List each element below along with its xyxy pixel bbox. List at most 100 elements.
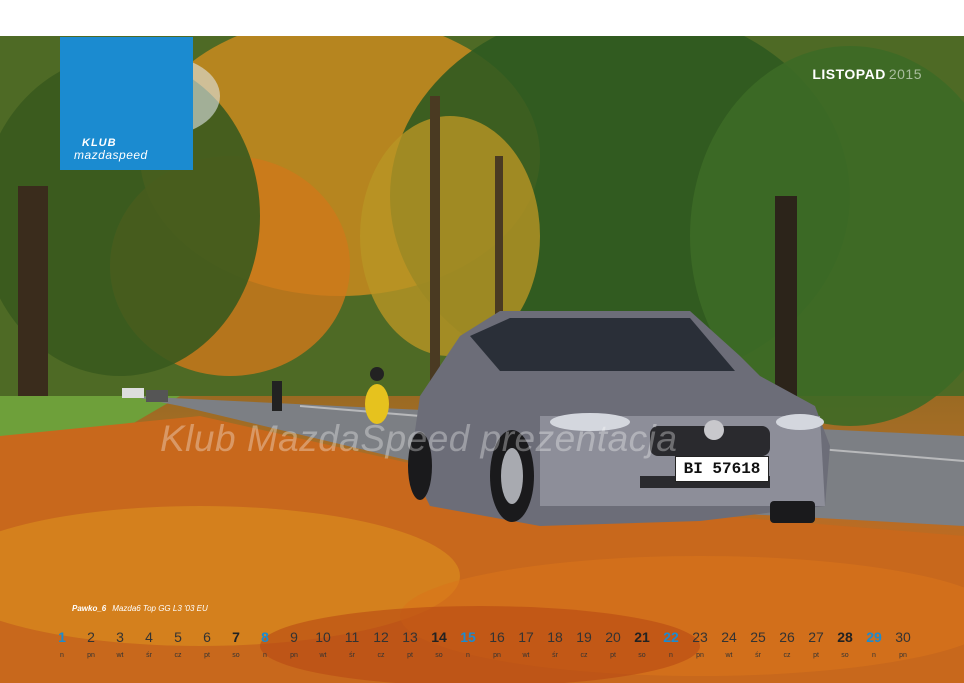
- day-number: 26: [779, 629, 795, 645]
- day-number: 5: [174, 629, 182, 645]
- weekday-label: so: [232, 652, 240, 659]
- calendar-day: 25 śr: [744, 629, 772, 659]
- weekday-label: wt: [522, 652, 530, 659]
- weekday-label: n: [466, 652, 470, 659]
- weekday-label: wt: [116, 652, 124, 659]
- calendar-day: 11 śr: [338, 629, 366, 659]
- day-number: 7: [232, 629, 240, 645]
- weekday-label: n: [263, 652, 267, 659]
- day-number: 13: [402, 629, 418, 645]
- weekday-label: pn: [899, 652, 907, 659]
- calendar-day: 5 cz: [164, 629, 192, 659]
- day-number: 24: [721, 629, 737, 645]
- calendar-day: 17 wt: [512, 629, 540, 659]
- calendar-day: 1n: [48, 629, 76, 659]
- calendar-day: 12 cz: [367, 629, 395, 659]
- weekday-label: śr: [552, 652, 558, 659]
- calendar-day: 2 pn: [77, 629, 105, 659]
- calendar-day: 15 n: [454, 629, 482, 659]
- license-plate: BI 57618: [675, 456, 769, 482]
- calendar-day: 26 cz: [773, 629, 801, 659]
- day-number: 19: [576, 629, 592, 645]
- day-number: 11: [344, 629, 360, 645]
- caption-car: Mazda6 Top GG L3 '03 EU: [112, 604, 208, 613]
- weekday-label: cz: [174, 652, 182, 659]
- day-number: 16: [489, 629, 505, 645]
- day-number: 8: [261, 629, 269, 645]
- day-number: 10: [315, 629, 331, 645]
- day-number: 25: [750, 629, 766, 645]
- weekday-label: pt: [610, 652, 616, 659]
- calendar-day: 20 pt: [599, 629, 627, 659]
- day-number: 14: [431, 629, 447, 645]
- calendar-day: 4 śr: [135, 629, 163, 659]
- month-year: 2015: [888, 66, 922, 82]
- weekday-label: pn: [493, 652, 501, 659]
- weekday-label: wt: [319, 652, 327, 659]
- weekday-label: n: [872, 652, 876, 659]
- day-number: 22: [663, 629, 679, 645]
- calendar-day: 29 n: [860, 629, 888, 659]
- calendar-day: 6 pt: [193, 629, 221, 659]
- weekday-label: śr: [349, 652, 355, 659]
- weekday-label: pt: [813, 652, 819, 659]
- photo-caption: Pawko_6 Mazda6 Top GG L3 '03 EU: [72, 604, 208, 613]
- weekday-label: pn: [87, 652, 95, 659]
- weekday-label: so: [638, 652, 646, 659]
- calendar-day: 9 pn: [280, 629, 308, 659]
- day-number: 3: [116, 629, 124, 645]
- weekday-label: so: [435, 652, 443, 659]
- caption-author: Pawko_6: [72, 604, 107, 613]
- day-number: 12: [373, 629, 389, 645]
- day-number: 18: [547, 629, 563, 645]
- calendar-day: 18 śr: [541, 629, 569, 659]
- day-number: 2: [87, 629, 95, 645]
- day-number: 27: [808, 629, 824, 645]
- day-number: 9: [290, 629, 298, 645]
- weekday-label: so: [841, 652, 849, 659]
- weekday-label: śr: [755, 652, 761, 659]
- weekday-label: cz: [783, 652, 791, 659]
- month-title: LISTOPAD 2015: [812, 66, 922, 82]
- day-number: 23: [692, 629, 708, 645]
- calendar-day: 19 cz: [570, 629, 598, 659]
- weekday-label: n: [60, 652, 64, 659]
- day-number: 30: [895, 629, 911, 645]
- day-number: 4: [145, 629, 153, 645]
- logo-line2: mazdaspeed: [74, 148, 148, 162]
- calendar-day: 8n: [251, 629, 279, 659]
- day-number: 1: [58, 629, 66, 645]
- calendar-day: 22 n: [657, 629, 685, 659]
- day-number: 21: [634, 629, 650, 645]
- license-plate-text: BI 57618: [683, 460, 761, 478]
- calendar-day: 27 pt: [802, 629, 830, 659]
- calendar-day: 21 so: [628, 629, 656, 659]
- weekday-label: pt: [204, 652, 210, 659]
- calendar-day: 23 pn: [686, 629, 714, 659]
- weekday-label: cz: [377, 652, 385, 659]
- weekday-label: wt: [725, 652, 733, 659]
- weekday-label: pn: [290, 652, 298, 659]
- calendar-day: 30 pn: [889, 629, 917, 659]
- weekday-label: śr: [146, 652, 152, 659]
- day-number: 20: [605, 629, 621, 645]
- calendar-day: 16 pn: [483, 629, 511, 659]
- weekday-label: cz: [580, 652, 588, 659]
- day-number: 29: [866, 629, 882, 645]
- weekday-label: pt: [407, 652, 413, 659]
- calendar-day: 7 so: [222, 629, 250, 659]
- calendar-day: 24 wt: [715, 629, 743, 659]
- calendar-day: 28 so: [831, 629, 859, 659]
- day-number: 6: [203, 629, 211, 645]
- weekday-label: pn: [696, 652, 704, 659]
- weekday-label: n: [669, 652, 673, 659]
- calendar-day: 3 wt: [106, 629, 134, 659]
- calendar-day: 13 pt: [396, 629, 424, 659]
- calendar-day: 10 wt: [309, 629, 337, 659]
- month-name: LISTOPAD: [812, 66, 886, 82]
- calendar-days-row: 1 n 2 pn 3 wt 4 śr 5 cz 6 pt 7 so 8 n 9 pn 10 wt 11 śr 12 cz 13 p…: [48, 629, 918, 669]
- klub-mazdaspeed-logo: KLUB mazdaspeed: [60, 37, 193, 170]
- calendar-day: 14 so: [425, 629, 453, 659]
- day-number: 28: [837, 629, 853, 645]
- day-number: 15: [460, 629, 476, 645]
